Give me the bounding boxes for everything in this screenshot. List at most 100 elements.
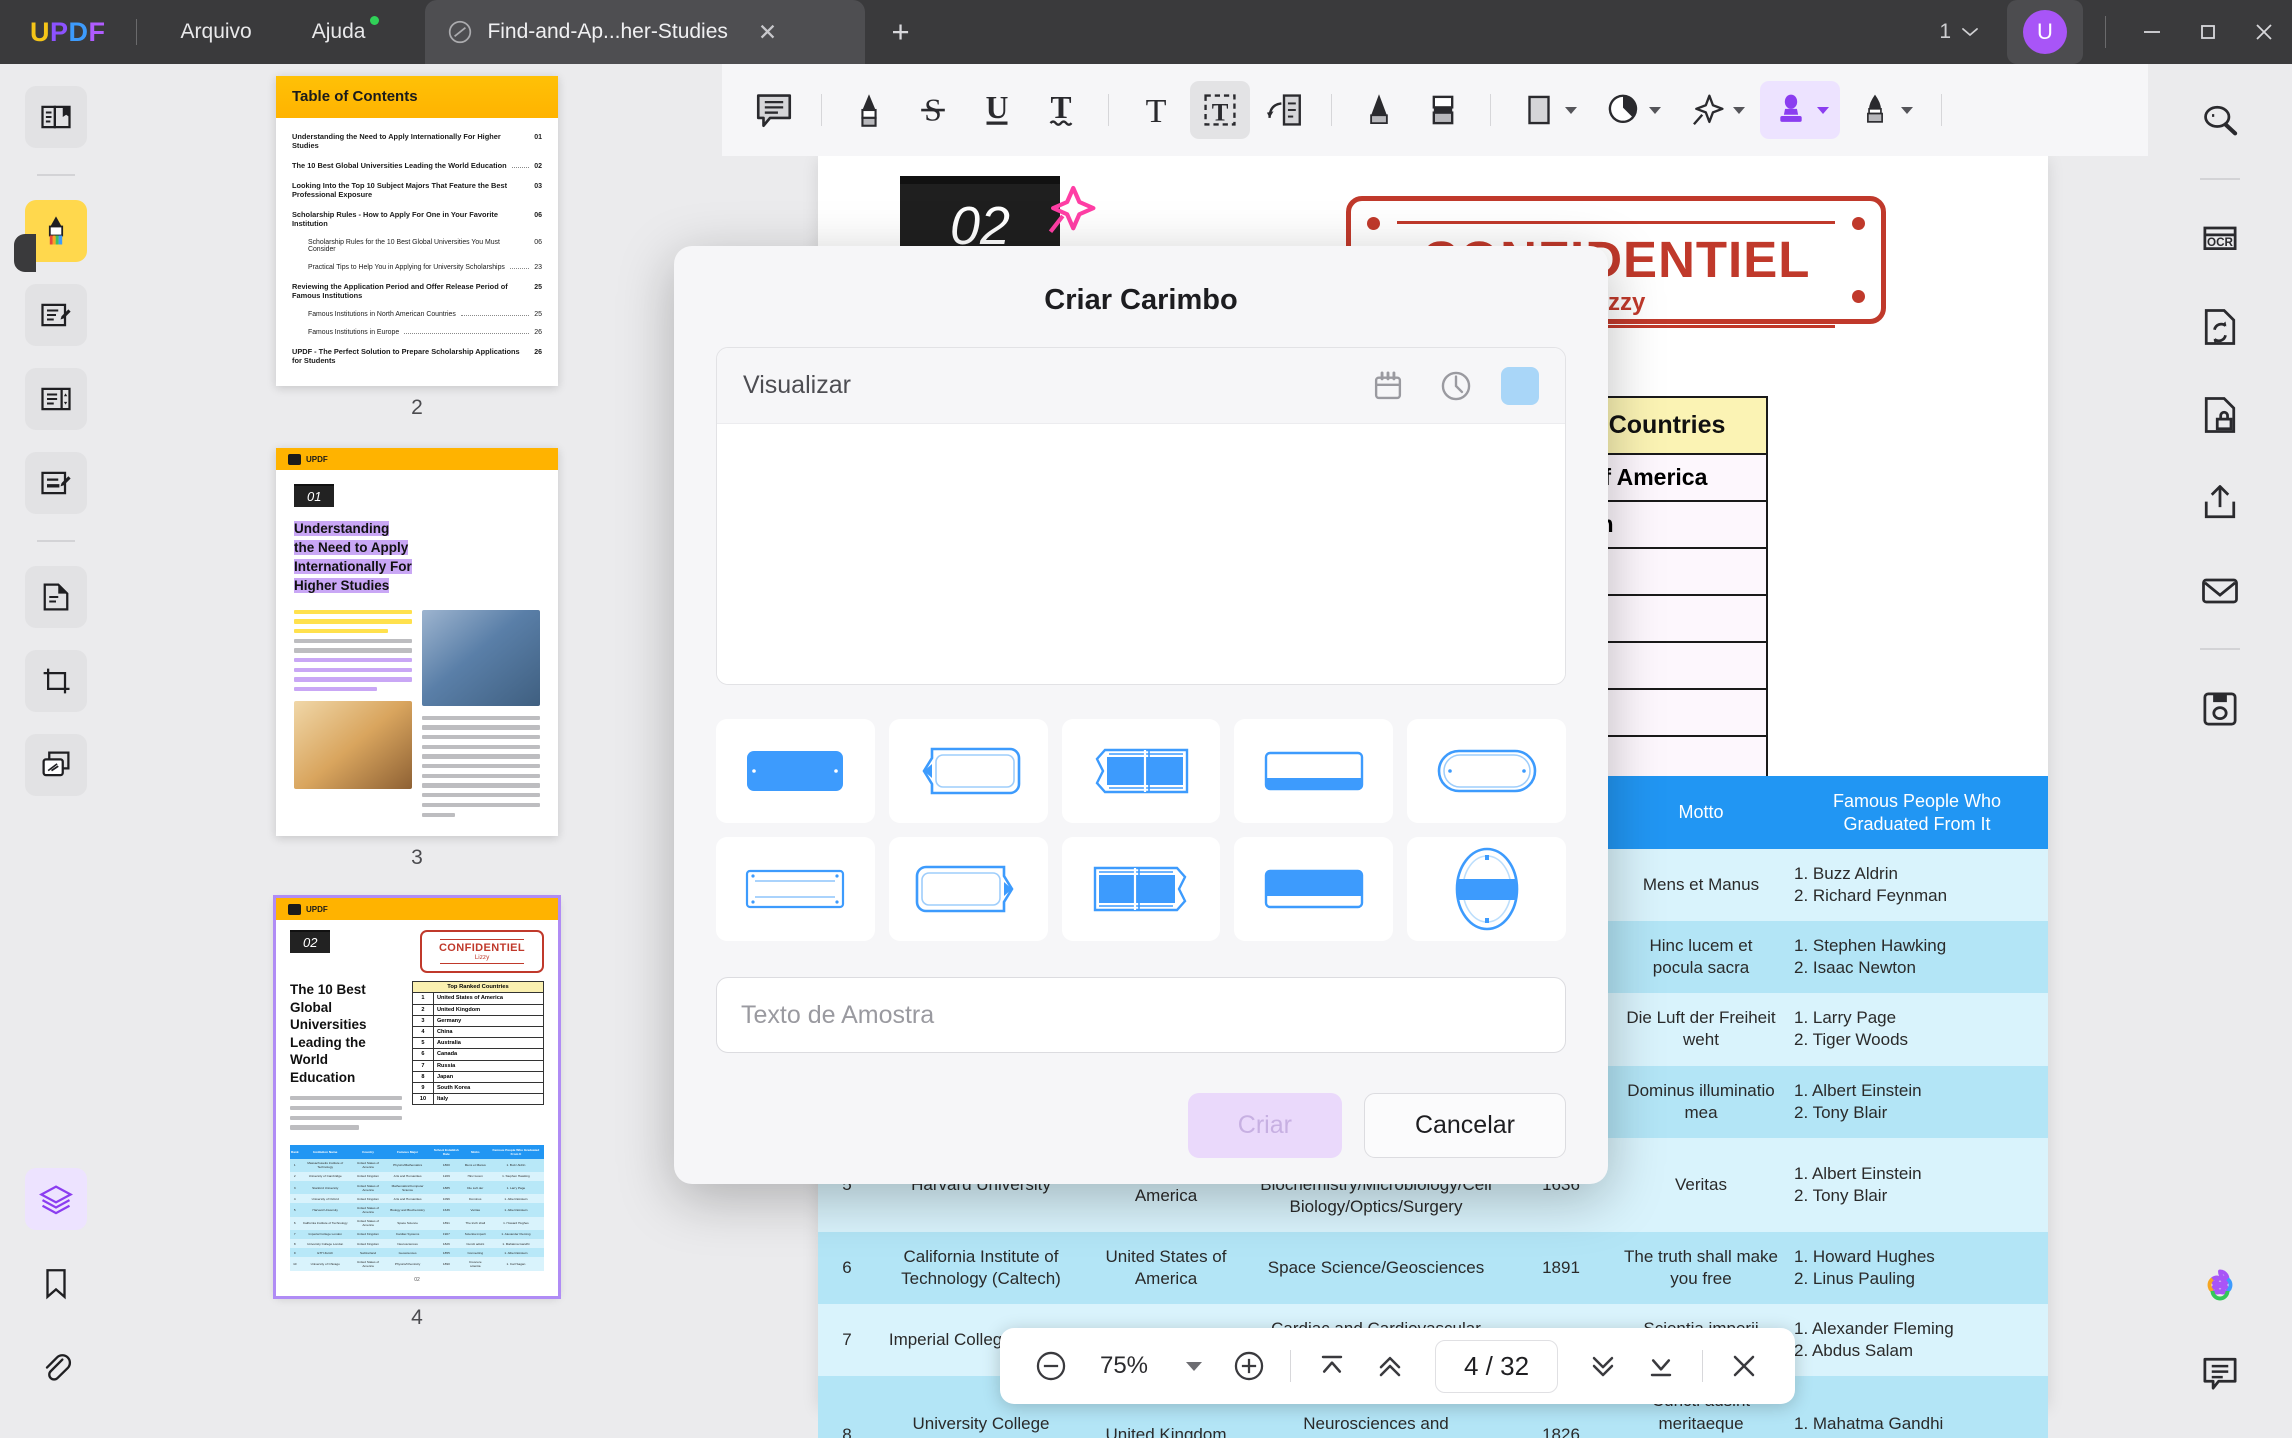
thumbnail-page-3[interactable]: UPDF 01 Understanding the Need to Apply … (112, 448, 722, 898)
right-item-comments[interactable] (2189, 1342, 2251, 1404)
shapes-caret-icon[interactable] (1564, 106, 1577, 114)
cell-rank: 6 (818, 1232, 876, 1305)
tool-highlight[interactable] (839, 81, 899, 139)
prev-page-button[interactable] (1363, 1339, 1417, 1393)
tool-text-box[interactable]: T (1190, 81, 1250, 139)
tool-squiggly-underline[interactable]: T (1031, 81, 1091, 139)
tool-shapes[interactable] (1508, 81, 1588, 139)
version-selector[interactable]: 1 (1925, 12, 1993, 52)
new-tab-button[interactable]: + (891, 14, 909, 50)
close-pagebar-button[interactable] (1717, 1339, 1771, 1393)
stamp-shape-oval-banner[interactable] (1407, 837, 1566, 941)
sidebar-item-layers[interactable] (25, 1168, 87, 1230)
right-item-ai[interactable] (2189, 1254, 2251, 1316)
cell-motto: Veritas (1616, 1137, 1786, 1233)
updf-logo: U P D F (30, 17, 106, 48)
document-tab-title: Find-and-Ap...her-Studies (487, 20, 728, 43)
tool-stamp[interactable] (1760, 81, 1840, 139)
tool-pencil[interactable] (1349, 81, 1409, 139)
form-field-icon (41, 387, 71, 411)
sidebar-item-organize[interactable] (25, 734, 87, 796)
account-button[interactable]: U (2007, 0, 2083, 64)
stamp-shape-double-line-plate[interactable] (716, 837, 875, 941)
sidebar-item-crop[interactable] (25, 650, 87, 712)
preview-canvas[interactable] (717, 424, 1565, 684)
insert-date-button[interactable] (1365, 363, 1411, 409)
text-callout-icon (1266, 94, 1301, 126)
minimize-button[interactable] (2124, 0, 2180, 64)
pen-caret-icon[interactable] (1900, 106, 1913, 114)
stamp-shape-half-fill-top[interactable] (1234, 837, 1394, 941)
tool-text-callout[interactable] (1254, 81, 1314, 139)
maximize-button[interactable] (2180, 0, 2236, 64)
logo-letter-f: F (88, 16, 106, 47)
close-window-button[interactable] (2236, 0, 2292, 64)
tool-strikethrough[interactable]: S (903, 81, 963, 139)
document-tab[interactable]: Find-and-Ap...her-Studies ✕ (425, 0, 866, 64)
tool-text[interactable]: T (1126, 81, 1186, 139)
zoom-out-button[interactable] (1024, 1339, 1078, 1393)
panel-collapse-handle[interactable] (14, 234, 36, 272)
first-page-button[interactable] (1305, 1339, 1359, 1393)
table-row: 1 Massachusetts Institute of Technology Un… (290, 1158, 544, 1172)
sidebar-item-reader[interactable] (25, 86, 87, 148)
strikethrough-icon: S (921, 93, 945, 128)
tool-sticky-note[interactable] (744, 81, 804, 139)
shape-outline-left-tag-icon (922, 747, 1021, 795)
toc-leader-dots (509, 268, 530, 269)
create-button[interactable]: Criar (1187, 1093, 1342, 1158)
close-tab-icon[interactable]: ✕ (758, 19, 777, 46)
stamp-shape-filled-plate[interactable] (716, 719, 875, 823)
tool-underline[interactable]: U (967, 81, 1027, 139)
stamp-shape-half-fill-bottom[interactable] (1234, 719, 1394, 823)
right-item-save[interactable] (2189, 678, 2251, 740)
right-item-email[interactable] (2189, 560, 2251, 622)
tool-sticker[interactable] (1676, 81, 1756, 139)
stamp-shape-outline-left-tag[interactable] (888, 719, 1048, 823)
toc-entry-text: Reviewing the Application Period and Off… (292, 282, 508, 300)
stamp-caret-icon[interactable] (1816, 106, 1829, 114)
sidebar-item-edit[interactable] (25, 284, 87, 346)
cancel-button[interactable]: Cancelar (1363, 1093, 1566, 1158)
tool-ink-blob[interactable] (1592, 81, 1672, 139)
right-item-convert[interactable] (2189, 296, 2251, 358)
right-item-share[interactable] (2189, 472, 2251, 534)
stamp-text-input[interactable] (741, 1000, 1541, 1030)
eraser-icon (1432, 95, 1454, 125)
thumbnail-page-2[interactable]: Table of Contents Understanding the Need… (112, 76, 722, 448)
thumbnail-panel[interactable]: Table of Contents Understanding the Need… (112, 64, 722, 1438)
page-indicator[interactable]: 4 / 32 (1435, 1339, 1559, 1393)
menu-ajuda[interactable]: Ajuda (294, 14, 384, 50)
last-page-button[interactable] (1634, 1339, 1688, 1393)
insert-time-button[interactable] (1433, 363, 1479, 409)
sticker-caret-icon[interactable] (1732, 106, 1745, 114)
stamp-text-field[interactable] (716, 977, 1566, 1053)
sidebar-item-sign[interactable] (25, 452, 87, 514)
sidebar-item-attachment[interactable] (25, 1336, 87, 1398)
dialog-actions: Criar Cancelar (716, 1093, 1566, 1158)
next-page-button[interactable] (1576, 1339, 1630, 1393)
tool-eraser[interactable] (1413, 81, 1473, 139)
stamp-shape-filled-ticket-left[interactable] (1061, 719, 1221, 823)
ink-caret-icon[interactable] (1648, 106, 1661, 114)
stamp-shape-outline-pill[interactable] (1407, 719, 1566, 823)
sidebar-item-convert[interactable] (25, 566, 87, 628)
thumbnail-page-4[interactable]: UPDF 02 CONFIDENTIEL Lizzy The 10 Best G… (112, 895, 722, 1358)
menu-arquivo[interactable]: Arquivo (163, 14, 270, 50)
right-item-protect[interactable] (2189, 384, 2251, 446)
zoom-dropdown-caret-icon[interactable] (1186, 1361, 1202, 1371)
stamp-shape-outline-right-tag[interactable] (888, 837, 1048, 941)
sidebar-item-bookmark[interactable] (25, 1252, 87, 1314)
sidebar-item-form[interactable] (25, 368, 87, 430)
right-item-ocr[interactable]: OCR (2189, 208, 2251, 270)
tool-signature-pen[interactable] (1844, 81, 1924, 139)
confidential-stamp: CONFIDENTIEL Lizzy (420, 930, 544, 973)
pin-annotation-icon[interactable] (1040, 181, 1096, 237)
toc-entry-page: 06 (534, 212, 542, 219)
toc-entry-page: 25 (534, 311, 542, 318)
zoom-level-value[interactable]: 75% (1082, 1352, 1166, 1380)
color-swatch[interactable] (1501, 366, 1539, 405)
stamp-shape-filled-ticket-right[interactable] (1061, 837, 1221, 941)
zoom-in-button[interactable] (1222, 1339, 1276, 1393)
right-item-search[interactable] (2189, 90, 2251, 152)
